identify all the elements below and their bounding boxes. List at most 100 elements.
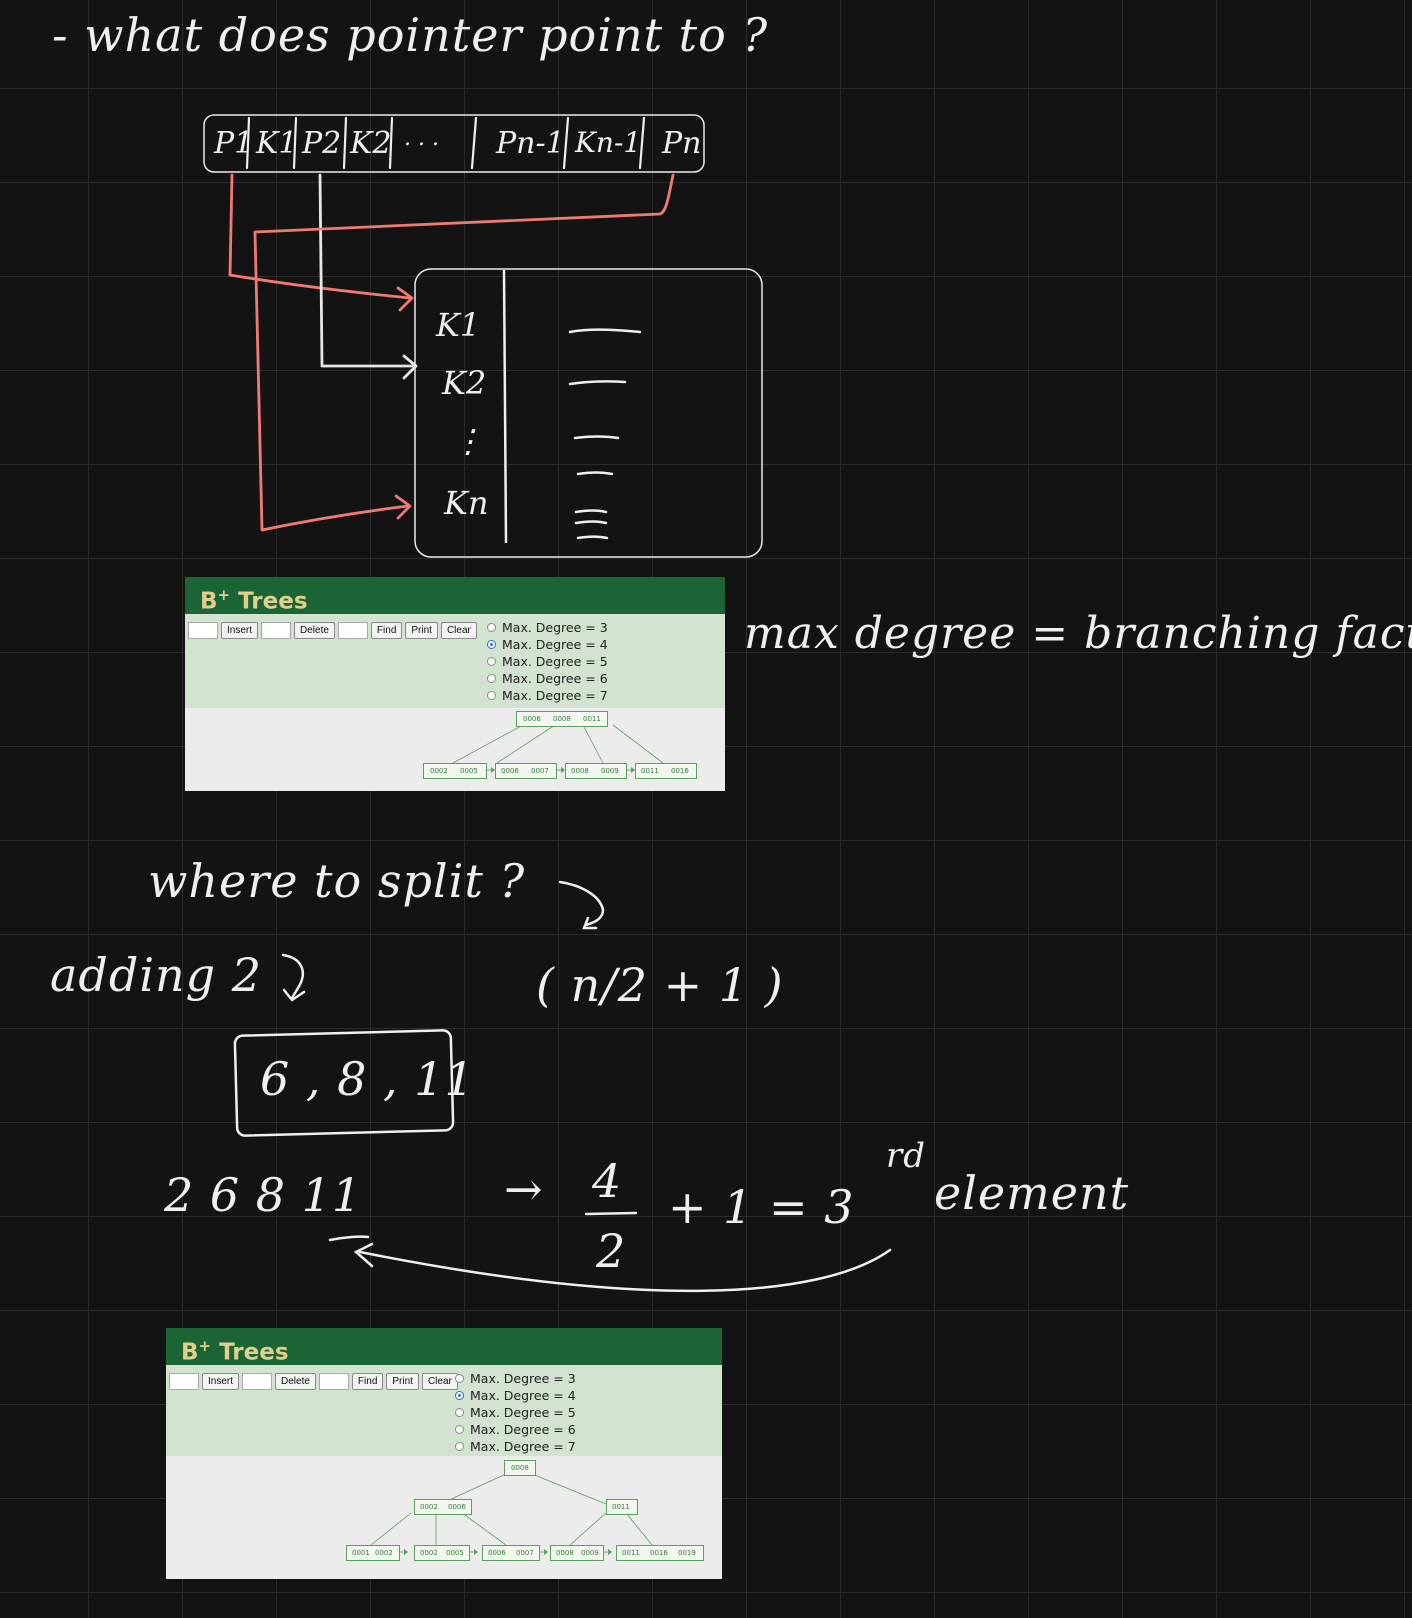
delete-value-input[interactable] bbox=[261, 622, 292, 639]
node-key: 0007 bbox=[516, 1549, 534, 1557]
leaf-key-dots: ⋮ bbox=[452, 422, 484, 460]
node-key: 0007 bbox=[531, 767, 549, 775]
max-degree-option[interactable]: Max. Degree = 3 bbox=[487, 619, 608, 636]
node-key: 0002 bbox=[375, 1549, 393, 1557]
node-key-pn1: Pn-1 bbox=[496, 126, 565, 161]
find-value-input[interactable] bbox=[337, 622, 368, 639]
leaf-node: 0008 0009 bbox=[550, 1545, 604, 1561]
node-key: 0009 bbox=[581, 1549, 599, 1557]
node-key: 0005 bbox=[460, 767, 478, 775]
panel-title: B+ Trees bbox=[166, 1328, 722, 1366]
radio-button[interactable] bbox=[455, 1442, 464, 1451]
max-degree-option-selected[interactable]: Max. Degree = 4 bbox=[487, 636, 608, 653]
node-key: 0006 bbox=[448, 1503, 466, 1511]
node-key-dots: . . . bbox=[404, 126, 439, 151]
internal-node: 0011 bbox=[606, 1499, 638, 1515]
insert-button[interactable]: Insert bbox=[221, 622, 259, 639]
node-key-p1: P1 bbox=[214, 126, 254, 161]
print-button[interactable]: Print bbox=[386, 1373, 419, 1390]
node-key: 0006 bbox=[488, 1549, 506, 1557]
insert-button[interactable]: Insert bbox=[202, 1373, 240, 1390]
leaf-node: 0006 0007 bbox=[482, 1545, 540, 1561]
node-key: 0011 bbox=[612, 1503, 630, 1511]
delete-button[interactable]: Delete bbox=[294, 622, 335, 639]
control-bar: Insert Delete Find Print Clear Max. Degr… bbox=[166, 1365, 722, 1456]
calc-denominator: 2 bbox=[596, 1224, 627, 1278]
node-key: 0011 bbox=[622, 1549, 640, 1557]
calc-rest: + 1 = 3 bbox=[668, 1180, 855, 1234]
underline-8 bbox=[328, 1235, 370, 1242]
radio-button[interactable] bbox=[487, 657, 496, 666]
leaf-node: 0002 0005 bbox=[414, 1545, 470, 1561]
pointer-arrows bbox=[228, 173, 675, 532]
node-key-p2: P2 bbox=[302, 126, 342, 161]
node-key: 0006 bbox=[523, 715, 541, 723]
root-node: 0006 0008 0011 bbox=[516, 711, 608, 727]
max-degree-option[interactable]: Max. Degree = 7 bbox=[455, 1438, 576, 1455]
radio-button[interactable] bbox=[455, 1425, 464, 1434]
node-key-kn1: Kn-1 bbox=[575, 126, 642, 159]
radio-button[interactable] bbox=[487, 691, 496, 700]
split-curl-arrow bbox=[558, 880, 605, 927]
find-button[interactable]: Find bbox=[351, 1373, 384, 1390]
leaf-node: 0006 0007 bbox=[495, 763, 557, 779]
radio-button[interactable] bbox=[455, 1374, 464, 1383]
print-button[interactable]: Print bbox=[405, 622, 438, 639]
calc-ordinal: rd bbox=[886, 1136, 927, 1176]
leaf-node: 0002 0005 bbox=[423, 763, 487, 779]
leaf-node: 0011 0016 0019 bbox=[616, 1545, 704, 1561]
radio-button[interactable] bbox=[487, 674, 496, 683]
leaf-node: 0008 0009 bbox=[565, 763, 627, 779]
node-key: 0002 bbox=[420, 1549, 438, 1557]
insert-value-input[interactable] bbox=[188, 622, 218, 639]
node-key: 0011 bbox=[641, 767, 659, 775]
radio-button-selected[interactable] bbox=[455, 1391, 464, 1400]
node-key: 0011 bbox=[583, 715, 601, 723]
node-key: 0009 bbox=[601, 767, 619, 775]
clear-button[interactable]: Clear bbox=[440, 622, 477, 639]
node-key: 0008 bbox=[553, 715, 571, 723]
find-value-input[interactable] bbox=[318, 1373, 349, 1390]
radio-button-selected[interactable] bbox=[487, 640, 496, 649]
max-degree-option[interactable]: Max. Degree = 6 bbox=[487, 670, 608, 687]
node-key: 0016 bbox=[671, 767, 689, 775]
max-degree-option[interactable]: Max. Degree = 6 bbox=[455, 1421, 576, 1438]
sequence-arrow: → bbox=[504, 1162, 544, 1216]
clear-button[interactable]: Clear bbox=[421, 1373, 458, 1390]
calc-numerator: 4 bbox=[592, 1154, 623, 1208]
leaf-key-k2: K2 bbox=[442, 364, 487, 402]
node-key-pn: Pn bbox=[662, 126, 702, 161]
node-key-k1: K1 bbox=[256, 126, 298, 161]
radio-button[interactable] bbox=[455, 1408, 464, 1417]
node-key: 0005 bbox=[446, 1549, 464, 1557]
leaf-node: 0011 0016 bbox=[635, 763, 697, 779]
key-sequence: 2 6 8 11 bbox=[164, 1168, 363, 1222]
root-node: 0008 bbox=[504, 1460, 536, 1476]
controls: Insert Delete Find Print Clear bbox=[169, 1373, 458, 1390]
max-degree-option[interactable]: Max. Degree = 3 bbox=[455, 1370, 576, 1387]
pointer-question: - what does pointer point to ? bbox=[52, 8, 769, 62]
radio-button[interactable] bbox=[487, 623, 496, 632]
node-key: 0002 bbox=[420, 1503, 438, 1511]
delete-value-input[interactable] bbox=[242, 1373, 273, 1390]
split-node-values: 6 , 8 , 11 bbox=[260, 1052, 475, 1106]
max-degree-options: Max. Degree = 3 Max. Degree = 4 Max. Deg… bbox=[487, 619, 608, 704]
node-key: 0008 bbox=[511, 1464, 529, 1472]
tree-view: 0008 0002 0006 0011 0001 0002 0002 0005 … bbox=[166, 1456, 722, 1579]
tree-view: 0006 0008 0011 0002 0005 0006 0007 0008 … bbox=[185, 708, 725, 791]
max-degree-option-selected[interactable]: Max. Degree = 4 bbox=[455, 1387, 576, 1404]
leaf-key-k1: K1 bbox=[436, 306, 481, 344]
node-key-k2: K2 bbox=[350, 126, 392, 161]
node-key: 0008 bbox=[571, 767, 589, 775]
insert-value-input[interactable] bbox=[169, 1373, 199, 1390]
max-degree-option[interactable]: Max. Degree = 7 bbox=[487, 687, 608, 704]
find-button[interactable]: Find bbox=[370, 622, 403, 639]
delete-button[interactable]: Delete bbox=[275, 1373, 316, 1390]
split-formula: ( n/2 + 1 ) bbox=[536, 958, 784, 1012]
calc-element: element bbox=[934, 1166, 1130, 1220]
where-to-split-note: where to split ? bbox=[148, 854, 526, 908]
leaf-key-kn: Kn bbox=[444, 484, 489, 522]
max-degree-option[interactable]: Max. Degree = 5 bbox=[487, 653, 608, 670]
node-key: 0001 bbox=[352, 1549, 370, 1557]
max-degree-option[interactable]: Max. Degree = 5 bbox=[455, 1404, 576, 1421]
